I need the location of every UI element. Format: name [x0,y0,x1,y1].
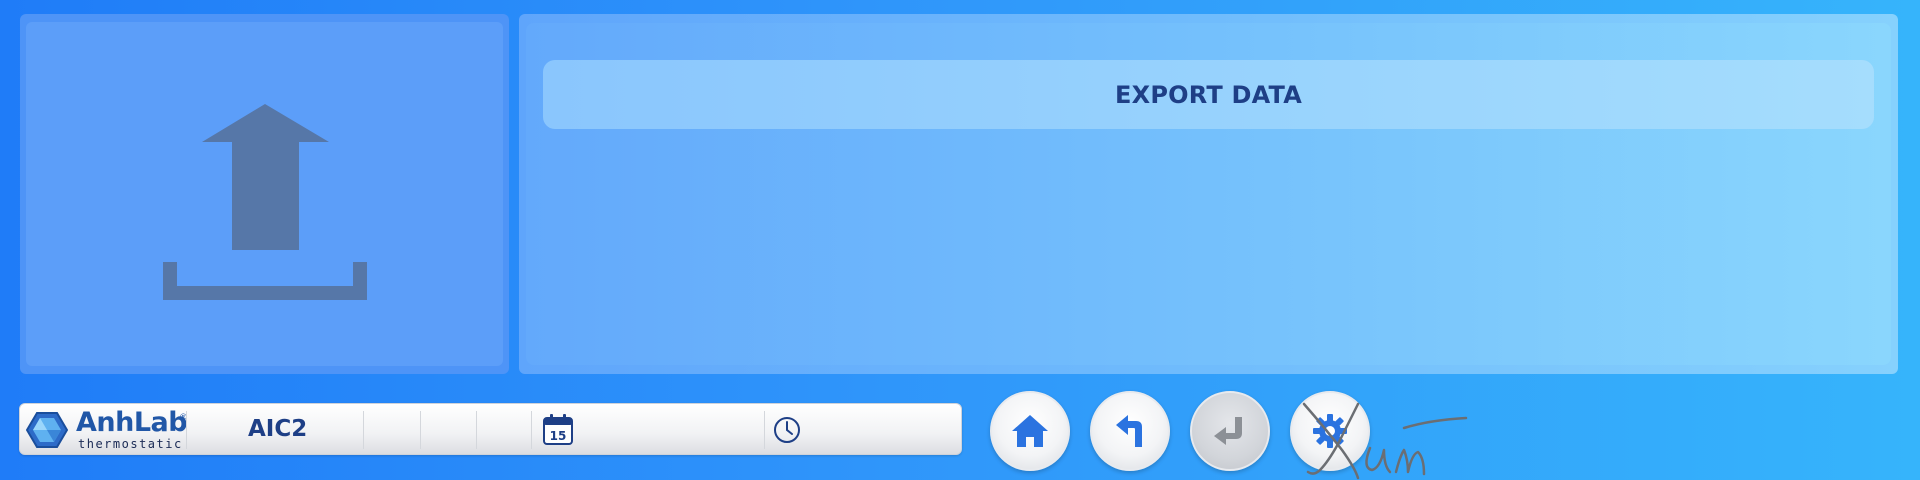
divider [363,411,364,449]
enter-icon [1214,417,1242,445]
anhlab-logo: AnhLab ® thermostatic [26,407,196,451]
export-icon-panel [20,14,509,374]
logo-subtitle: thermostatic [78,437,183,451]
calendar-day: 15 [550,429,567,443]
divider [764,411,765,449]
export-icon-panel-inner [26,22,503,366]
gear-icon [1313,414,1347,448]
divider [531,411,532,449]
title-bar: EXPORT DATA [543,60,1874,129]
home-button[interactable] [990,391,1070,471]
calendar-icon: 15 [543,414,573,445]
status-bar: AnhLab ® thermostatic AIC2 15 [19,403,962,455]
back-button[interactable] [1090,391,1170,471]
enter-button[interactable] [1190,391,1270,471]
divider [186,411,187,449]
upload-icon [163,104,367,300]
divider [420,411,421,449]
content-panel: EXPORT DATA [519,14,1898,374]
clock-icon [774,417,800,443]
device-name: AIC2 [248,416,308,442]
back-arrow-icon [1116,415,1142,447]
logo-name: AnhLab [76,407,188,438]
page-title: EXPORT DATA [1115,80,1302,109]
home-icon [1012,415,1048,447]
content-panel-inner: EXPORT DATA [526,23,1891,365]
divider [476,411,477,449]
hexagon-logo-icon [26,412,68,448]
settings-button[interactable] [1290,391,1370,471]
